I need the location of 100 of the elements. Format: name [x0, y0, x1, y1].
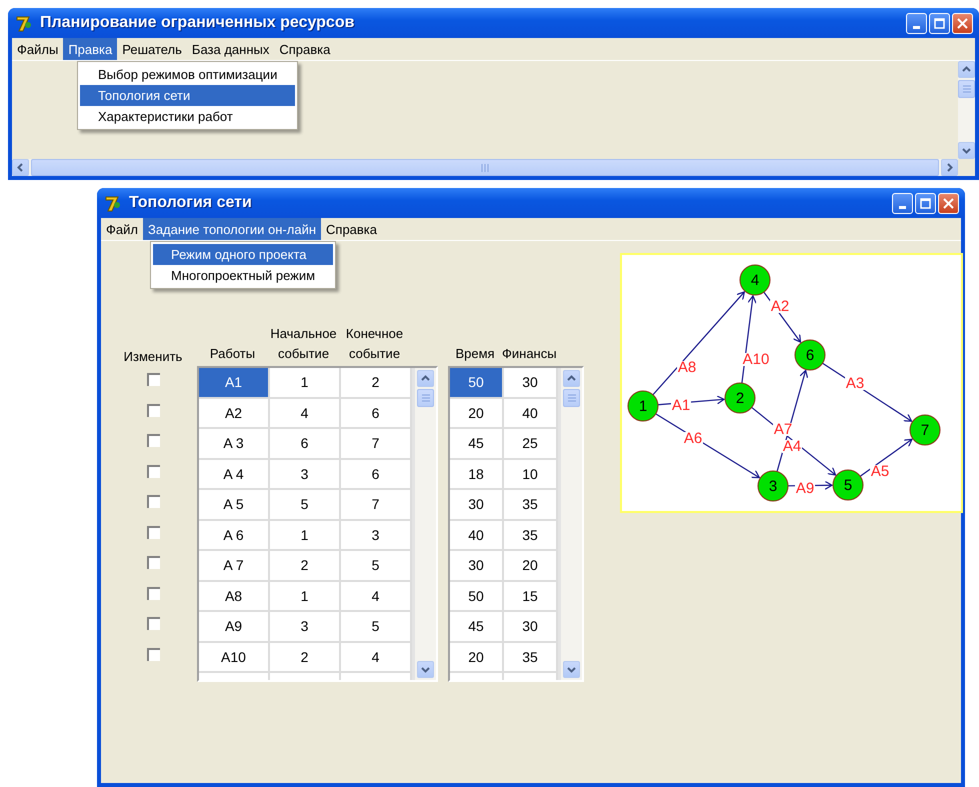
table-cell[interactable]: A 4 [199, 460, 270, 490]
menu-item[interactable]: Задание топологии он-лайн [142, 218, 322, 240]
scroll-thumb[interactable] [958, 80, 975, 98]
menu-item[interactable]: Файл [101, 218, 143, 240]
minimize-icon [913, 26, 920, 28]
data-grid[interactable]: A1 1 2 A2 4 6 A 3 6 7 A 4 3 6 A 5 5 7 A 6 1 3 A 7 2 5 A8 1 4 A9 3 5 A10 2 4 [197, 366, 438, 682]
table-cell[interactable]: A 7 [199, 551, 270, 582]
table-cell[interactable]: 40 [450, 520, 504, 551]
table-cell[interactable]: 5 [270, 490, 341, 520]
table-cell[interactable]: 7 [341, 490, 412, 520]
table-cell[interactable]: 30 [504, 368, 558, 398]
network-node: 6 [794, 340, 826, 370]
table-cell[interactable]: 2 [270, 551, 341, 582]
table-cell[interactable]: 50 [450, 368, 504, 398]
edge-label: A1 [672, 397, 690, 414]
table-cell[interactable]: 5 [341, 612, 412, 642]
menu-item[interactable]: База данных [186, 38, 274, 60]
menu-item[interactable]: Правка [63, 38, 118, 60]
network-node: 4 [740, 264, 770, 296]
checkbox[interactable] [146, 526, 160, 538]
table-cell[interactable]: A 5 [199, 490, 270, 520]
table-cell[interactable]: A9 [199, 612, 270, 642]
table-cell[interactable]: 45 [450, 429, 504, 460]
table-cell[interactable]: 2 [341, 368, 412, 398]
checkbox[interactable] [146, 648, 160, 660]
table-cell[interactable]: 5 [341, 551, 412, 582]
minimize-button[interactable] [892, 192, 913, 214]
table-cell[interactable]: 30 [504, 612, 558, 642]
table-cell[interactable]: A8 [199, 582, 270, 612]
checkbox[interactable] [146, 617, 160, 630]
close-button[interactable] [952, 12, 973, 34]
table-cell[interactable]: 4 [341, 642, 412, 673]
table-cell[interactable]: 18 [450, 460, 504, 490]
checkbox[interactable] [146, 556, 160, 569]
menu-item[interactable]: Топология сети [80, 85, 296, 106]
checkbox[interactable] [146, 404, 160, 416]
menu-item[interactable]: Справка [274, 38, 336, 60]
table-cell[interactable]: 1 [270, 368, 341, 398]
table-cell[interactable]: 2 [270, 642, 341, 673]
menu-item[interactable]: Справка [321, 218, 382, 240]
table-cell[interactable]: 30 [450, 490, 504, 520]
checkbox[interactable] [146, 586, 160, 600]
table-cell[interactable]: 3 [270, 612, 341, 642]
table-cell[interactable]: A2 [199, 398, 270, 429]
edge-label: A5 [870, 463, 890, 480]
table-cell[interactable]: 45 [450, 612, 504, 642]
column-header: Время [454, 345, 496, 363]
table-cell[interactable]: 40 [504, 398, 558, 429]
minimize-button[interactable] [906, 12, 927, 34]
maximize-icon [934, 18, 945, 28]
checkbox[interactable] [146, 373, 160, 386]
checkbox[interactable] [146, 495, 160, 508]
edge-label: A2 [770, 298, 790, 315]
table-cell[interactable]: 1 [270, 520, 341, 551]
table-cell[interactable]: 35 [504, 642, 558, 673]
table-cell[interactable]: 6 [341, 398, 412, 429]
table-cell[interactable]: 35 [504, 490, 558, 520]
table-cell[interactable]: 1 [270, 582, 341, 612]
table-cell[interactable]: 35 [504, 520, 558, 551]
menu-item[interactable]: Файлы [12, 38, 64, 60]
vertical-scrollbar[interactable] [958, 61, 975, 159]
maximize-icon [920, 198, 931, 208]
maximize-button[interactable] [915, 192, 936, 214]
table-cell[interactable]: 20 [450, 642, 504, 673]
table-cell[interactable]: 50 [450, 582, 504, 612]
table-cell[interactable]: A10 [199, 642, 270, 673]
edge-label: A4 [782, 438, 802, 455]
checkbox[interactable] [146, 464, 160, 478]
table-cell[interactable]: 15 [504, 582, 558, 612]
network-node: 1 [628, 390, 658, 422]
table-cell[interactable]: 3 [341, 520, 412, 551]
scroll-thumb[interactable] [417, 389, 434, 407]
table-cell[interactable]: A 6 [199, 520, 270, 551]
table-cell[interactable]: 20 [450, 398, 504, 429]
table-cell[interactable]: 6 [341, 460, 412, 490]
menu-item[interactable]: Режим одного проекта [153, 244, 334, 265]
table-cell[interactable]: 7 [341, 429, 412, 460]
table-cell[interactable]: 20 [504, 551, 558, 582]
column-header: Изменить [124, 349, 182, 364]
close-button[interactable] [938, 192, 959, 214]
table-cell[interactable]: 6 [270, 429, 341, 460]
table-cell[interactable]: A 3 [199, 429, 270, 460]
scroll-thumb[interactable] [563, 389, 580, 407]
table-cell[interactable]: 4 [341, 582, 412, 612]
column-header: Работы [208, 345, 256, 363]
menu-item[interactable]: Решатель [117, 38, 187, 60]
table-cell[interactable]: A1 [199, 368, 270, 398]
maximize-button[interactable] [929, 12, 950, 34]
grip-icon [962, 85, 970, 93]
column-header: Конечное событие [344, 325, 404, 363]
table-cell[interactable]: 3 [270, 460, 341, 490]
data-grid[interactable]: 50 30 20 40 45 25 18 10 30 35 40 35 30 20 50 15 45 30 20 35 [448, 366, 584, 682]
vertical-scrollbar[interactable] [563, 370, 580, 678]
checkbox[interactable] [146, 434, 160, 447]
table-cell[interactable]: 30 [450, 551, 504, 582]
table-cell[interactable]: 25 [504, 429, 558, 460]
vertical-scrollbar[interactable] [417, 370, 434, 678]
table-cell[interactable]: 10 [504, 460, 558, 490]
table-cell[interactable]: 4 [270, 398, 341, 429]
grip-icon [422, 394, 430, 402]
